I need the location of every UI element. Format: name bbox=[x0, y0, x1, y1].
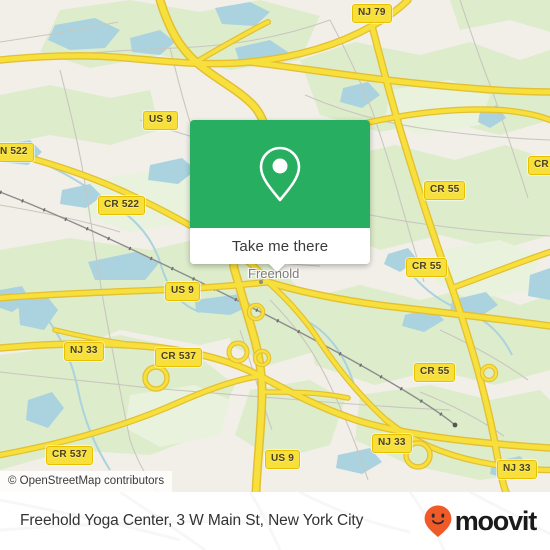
road-shield: CR 537 bbox=[155, 348, 203, 367]
take-me-there-callout[interactable]: Take me there bbox=[190, 120, 370, 264]
moovit-location-card: Freehold NJ 79 US 9 N 522 CR 55 CR 522 C… bbox=[0, 0, 550, 550]
road-shield: US 9 bbox=[265, 450, 301, 469]
road-shield: NJ 33 bbox=[372, 434, 412, 453]
callout-pointer bbox=[268, 263, 286, 272]
moovit-smiley-pin-icon bbox=[424, 505, 452, 537]
road-shield: NJ 33 bbox=[497, 460, 537, 479]
take-me-there-label: Take me there bbox=[231, 237, 329, 255]
callout-action-bar[interactable]: Take me there bbox=[190, 228, 370, 264]
moovit-logo[interactable]: moovit bbox=[423, 504, 538, 538]
road-shield: US 9 bbox=[143, 111, 179, 130]
road-shield: CR 55 bbox=[424, 181, 466, 200]
road-shield: CR bbox=[528, 156, 550, 175]
road-shield: NJ 33 bbox=[64, 342, 104, 361]
road-shield: CR 522 bbox=[98, 196, 146, 215]
road-shield: NJ 79 bbox=[352, 4, 392, 23]
footer-bar: Freehold Yoga Center, 3 W Main St, New Y… bbox=[0, 492, 550, 550]
road-shield: CR 55 bbox=[406, 258, 448, 277]
map-canvas[interactable]: Freehold NJ 79 US 9 N 522 CR 55 CR 522 C… bbox=[0, 0, 550, 492]
callout-icon-panel bbox=[190, 120, 370, 228]
location-title: Freehold Yoga Center, 3 W Main St, New Y… bbox=[20, 512, 364, 529]
osm-attribution[interactable]: © OpenStreetMap contributors bbox=[0, 471, 173, 492]
road-shield: N 522 bbox=[0, 143, 34, 162]
location-pin-icon bbox=[259, 146, 301, 202]
road-shield: CR 537 bbox=[46, 446, 94, 465]
moovit-wordmark: moovit bbox=[454, 505, 538, 536]
road-shield: CR 55 bbox=[414, 363, 456, 382]
road-shield: US 9 bbox=[165, 282, 201, 301]
